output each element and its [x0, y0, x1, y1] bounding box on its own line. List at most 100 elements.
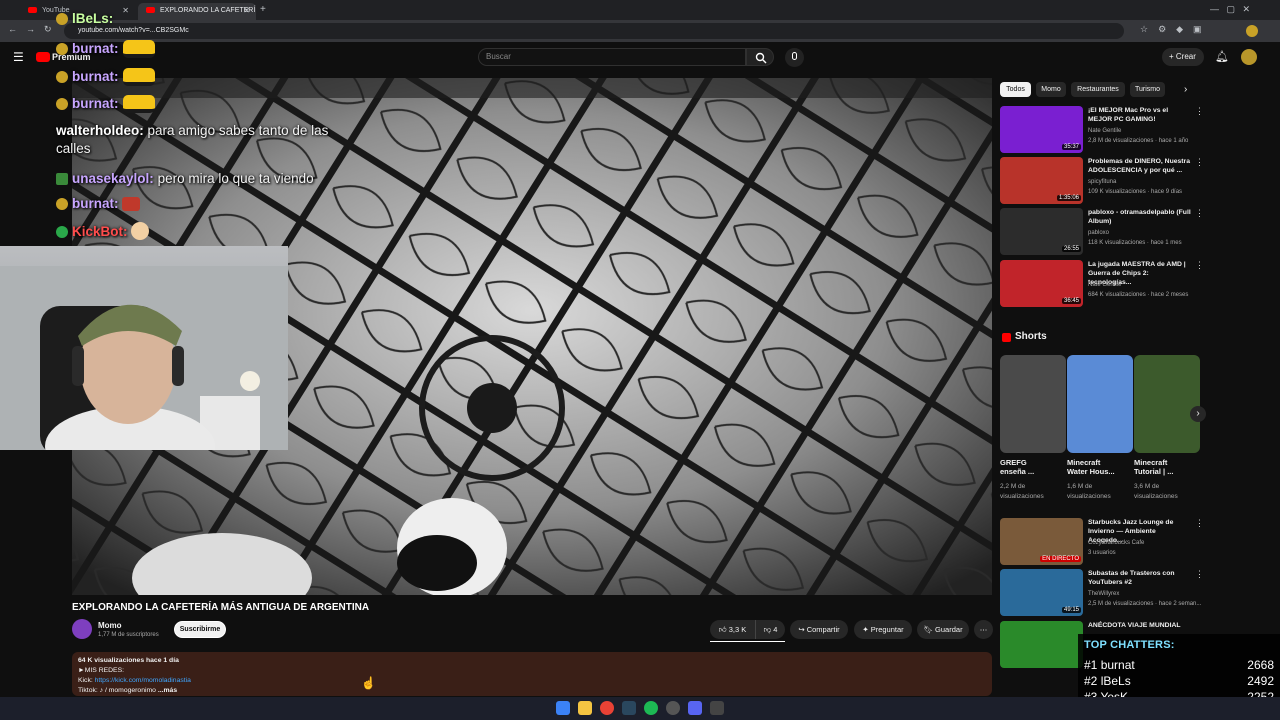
- short-thumbnail[interactable]: [1067, 355, 1133, 453]
- discord-icon[interactable]: [688, 701, 702, 715]
- chat-username: burnat:: [72, 96, 119, 111]
- address-bar[interactable]: youtube.com/watch?v=...CB2SGMc: [64, 23, 1124, 39]
- chatter-rank: #2: [1084, 674, 1098, 688]
- description-line: ►MIS REDES:: [78, 667, 125, 674]
- chevron-right-icon[interactable]: ›: [1184, 84, 1187, 95]
- short-title[interactable]: Minecraft Water Hous...: [1067, 458, 1119, 476]
- recommended-video[interactable]: EN DIRECTO Starbucks Jazz Lounge de Invie…: [1000, 518, 1204, 566]
- browser-tab-video[interactable]: EXPLORANDO LA CAFETERÍ ✕: [138, 3, 256, 20]
- channel-name: Nate Gentile: [1088, 128, 1122, 134]
- channel-avatar[interactable]: [72, 619, 92, 639]
- verified-badge-icon: [56, 226, 68, 238]
- account-avatar[interactable]: [1241, 49, 1257, 65]
- taxi-emote-icon: [122, 40, 155, 58]
- description-tiktok: Tiktok: ♪ / momogeronimo ...más: [78, 686, 986, 696]
- more-options-icon[interactable]: ⋮: [1195, 569, 1204, 580]
- new-tab-icon[interactable]: +: [260, 4, 266, 15]
- short-thumbnail[interactable]: [1134, 355, 1200, 453]
- chat-message: burnat:: [56, 95, 155, 113]
- like-button[interactable]: 👍︎ 3,3 K: [710, 620, 755, 639]
- search-input[interactable]: Buscar: [478, 48, 746, 66]
- window-controls[interactable]: — ▢ ✕: [1210, 4, 1250, 15]
- chip-momo[interactable]: Momo: [1036, 82, 1066, 97]
- chip-restaurantes[interactable]: Restaurantes: [1071, 82, 1125, 97]
- chatter-name: burnat: [1100, 658, 1135, 672]
- chatter-row: #2 lBeLs 2492: [1084, 674, 1274, 688]
- recommended-video[interactable]: 1:35:06 Problemas de DINERO, Nuestra ADOL…: [1000, 157, 1204, 205]
- more-options-icon[interactable]: ⋯: [974, 620, 993, 639]
- save-button[interactable]: 🔖︎ Guardar: [917, 620, 969, 639]
- steam-icon[interactable]: [622, 701, 636, 715]
- search-button[interactable]: [746, 48, 774, 66]
- video-thumbnail: 1:35:06: [1000, 157, 1083, 204]
- start-icon[interactable]: [556, 701, 570, 715]
- more-options-icon[interactable]: ⋮: [1195, 518, 1204, 529]
- spotify-icon[interactable]: [644, 701, 658, 715]
- channel-name: Cozy Starbucks Cafe: [1088, 540, 1145, 546]
- create-button[interactable]: + Crear: [1162, 48, 1204, 66]
- kick-link[interactable]: https://kick.com/momoladinastia: [95, 677, 191, 684]
- video-description[interactable]: 64 K visualizaciones hace 1 día ►MIS RED…: [72, 652, 992, 696]
- recommended-video[interactable]: 49:15 Subastas de Trasteros con YouTubers…: [1000, 569, 1204, 617]
- short-title[interactable]: Minecraft Tutorial | ...: [1134, 458, 1186, 476]
- short-thumbnail[interactable]: [1000, 355, 1066, 453]
- notifications-bell-icon[interactable]: 🔔︎: [1215, 50, 1229, 63]
- extension-icons[interactable]: ☆⚙◆▣: [1140, 24, 1212, 35]
- profile-avatar[interactable]: [1246, 25, 1258, 37]
- taxi-emote-icon: [122, 95, 155, 113]
- subscriber-count: 1,77 M de suscriptores: [98, 632, 159, 638]
- reload-icon[interactable]: ↻: [44, 24, 52, 35]
- youtube-logo-icon[interactable]: [36, 52, 50, 62]
- share-label: Compartir: [806, 625, 840, 634]
- chat-message: KickBot:: [56, 222, 150, 241]
- file-explorer-icon[interactable]: [578, 701, 592, 715]
- duration-badge: 26:55: [1061, 246, 1081, 252]
- like-count: 3,3 K: [728, 625, 747, 634]
- coin-badge-icon: [56, 71, 68, 83]
- close-tab-icon[interactable]: ✕: [243, 3, 250, 18]
- video-thumbnail: 26:55: [1000, 208, 1083, 255]
- chatter-rank: #1: [1084, 658, 1098, 672]
- chat-message: burnat:: [56, 68, 155, 86]
- chip-turismo[interactable]: Turismo: [1130, 82, 1165, 97]
- video-title: EXPLORANDO LA CAFETERÍA MÁS ANTIGUA DE A…: [72, 602, 370, 613]
- short-views: 3,6 M de visualizaciones: [1134, 483, 1178, 500]
- recommended-video[interactable]: 36:45 La jugada MAESTRA de AMD | Guerra d…: [1000, 260, 1204, 308]
- description-stats: 64 K visualizaciones hace 1 día: [78, 657, 179, 664]
- youtube-icon: [146, 7, 155, 13]
- taxi-emote-icon: [122, 68, 155, 86]
- video-title: Subastas de Trasteros con YouTubers #2: [1088, 570, 1175, 586]
- ask-label: Preguntar: [870, 625, 904, 634]
- more-options-icon[interactable]: ⋮: [1195, 157, 1204, 168]
- share-button[interactable]: ↪ Compartir: [790, 620, 848, 639]
- dislike-button[interactable]: 👎︎ 4: [755, 620, 785, 639]
- tiktok-text: Tiktok: ♪ / momogeronimo: [78, 687, 156, 694]
- chrome-icon[interactable]: [600, 701, 614, 715]
- back-icon[interactable]: ←: [8, 24, 17, 34]
- chat-username: walterholdeo:: [56, 123, 144, 138]
- short-title[interactable]: GREFG enseña ...: [1000, 458, 1050, 476]
- shorts-next-icon[interactable]: ›: [1190, 406, 1206, 422]
- more-options-icon[interactable]: ⋮: [1195, 260, 1204, 271]
- create-label: Crear: [1175, 52, 1196, 61]
- forward-icon[interactable]: →: [26, 24, 35, 34]
- description-kick: Kick: https://kick.com/momoladinastia: [78, 676, 986, 686]
- ask-button[interactable]: ✦ Preguntar: [854, 620, 912, 639]
- recommended-video[interactable]: 35:37 ¡El MEJOR Mac Pro vs el MEJOR PC GA…: [1000, 106, 1204, 154]
- app-icon[interactable]: [666, 701, 680, 715]
- voice-search-button[interactable]: [785, 48, 804, 67]
- chip-todos[interactable]: Todos: [1000, 82, 1031, 97]
- recommended-video[interactable]: 26:55 pabloxo - otramasdelpablo (Full Alb…: [1000, 208, 1204, 256]
- more-options-icon[interactable]: ⋮: [1195, 208, 1204, 219]
- channel-name: spicyfituna: [1088, 179, 1117, 185]
- subscribe-button[interactable]: Suscribirme: [174, 621, 226, 638]
- channel-name[interactable]: Momo: [98, 621, 122, 630]
- show-more-link[interactable]: ...más: [158, 687, 177, 694]
- close-tab-icon[interactable]: ✕: [122, 3, 129, 18]
- channel-name: pabloxo: [1088, 230, 1110, 236]
- chat-message: unasekaylol: pero mira lo que ta viendo: [56, 170, 314, 188]
- menu-icon[interactable]: ☰: [13, 50, 24, 64]
- more-options-icon[interactable]: ⋮: [1195, 106, 1204, 117]
- webcam-overlay: [0, 246, 288, 450]
- obs-icon[interactable]: [710, 701, 724, 715]
